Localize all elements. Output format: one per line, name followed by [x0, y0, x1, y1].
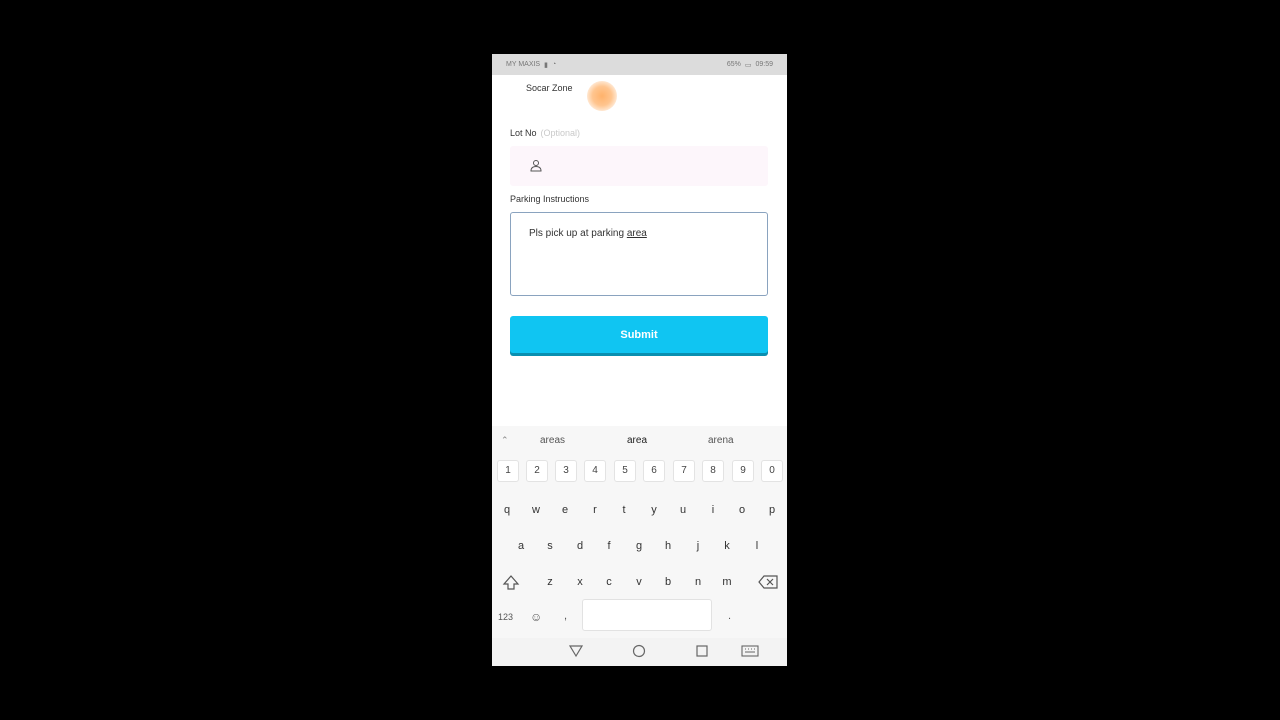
- lot-label: Lot No (Optional): [510, 128, 580, 138]
- suggestion-bar: ⌃ areas area arena: [492, 432, 787, 450]
- key-d[interactable]: d: [566, 540, 594, 552]
- keyboard-toggle-icon[interactable]: [741, 645, 759, 657]
- phone-screen: MY MAXIS ▮ ◔ 65% ▭ 09:59 Socar Zone Lot …: [492, 54, 787, 666]
- key-9[interactable]: 9: [732, 460, 754, 482]
- key-5[interactable]: 5: [614, 460, 636, 482]
- suggestion-item[interactable]: arena: [708, 435, 734, 446]
- mode-switch-key[interactable]: 123: [498, 612, 513, 622]
- instructions-text: Pls pick up at parking area: [529, 228, 647, 239]
- key-1[interactable]: 1: [497, 460, 519, 482]
- submit-button[interactable]: Submit: [510, 316, 768, 353]
- carrier-text: MY MAXIS: [506, 61, 541, 68]
- key-o[interactable]: o: [728, 504, 756, 516]
- key-a[interactable]: a: [507, 540, 535, 552]
- clock-text: 09:59: [755, 61, 773, 68]
- key-i[interactable]: i: [699, 504, 727, 516]
- key-q[interactable]: q: [493, 504, 521, 516]
- wifi-icon: ◔: [551, 61, 557, 68]
- key-m[interactable]: m: [713, 576, 741, 588]
- suggestion-item[interactable]: areas: [540, 435, 565, 446]
- suggestion-item[interactable]: area: [627, 435, 647, 446]
- instructions-text-underlined: area: [626, 228, 647, 239]
- key-l[interactable]: l: [743, 540, 771, 552]
- number-row: 1 2 3 4 5 6 7 8 9 0: [492, 460, 787, 490]
- key-b[interactable]: b: [654, 576, 682, 588]
- key-e[interactable]: e: [551, 504, 579, 516]
- person-icon: [530, 160, 542, 172]
- key-p[interactable]: p: [758, 504, 786, 516]
- nav-home-icon[interactable]: [632, 644, 646, 658]
- navigation-bar: [492, 638, 787, 666]
- key-j[interactable]: j: [684, 540, 712, 552]
- instructions-text-prefix: Pls pick up at parking: [529, 228, 627, 239]
- instructions-textarea[interactable]: Pls pick up at parking area: [510, 212, 768, 296]
- status-bar: MY MAXIS ▮ ◔ 65% ▭ 09:59: [492, 54, 787, 75]
- key-r[interactable]: r: [581, 504, 609, 516]
- keyboard: ⌃ areas area arena 1 2 3 4 5 6 7 8 9 0 q…: [492, 426, 787, 666]
- key-f[interactable]: f: [595, 540, 623, 552]
- battery-icon: ▭: [744, 61, 752, 69]
- space-key[interactable]: [582, 599, 712, 631]
- letter-row-1: q w e r t y u i o p: [492, 504, 787, 534]
- key-3[interactable]: 3: [555, 460, 577, 482]
- key-k[interactable]: k: [713, 540, 741, 552]
- zone-label[interactable]: Socar Zone: [526, 83, 573, 93]
- nav-back-icon[interactable]: [569, 644, 583, 658]
- shift-icon[interactable]: [502, 574, 520, 592]
- key-c[interactable]: c: [595, 576, 623, 588]
- battery-text: 65%: [726, 61, 741, 68]
- key-v[interactable]: v: [625, 576, 653, 588]
- lot-label-text: Lot No: [510, 128, 537, 138]
- instructions-label: Parking Instructions: [510, 194, 590, 204]
- key-0[interactable]: 0: [761, 460, 783, 482]
- key-w[interactable]: w: [522, 504, 550, 516]
- key-u[interactable]: u: [669, 504, 697, 516]
- signal-icon: ▮: [544, 61, 548, 69]
- key-n[interactable]: n: [684, 576, 712, 588]
- emoji-icon[interactable]: ☺: [530, 610, 542, 624]
- lot-optional-text: (Optional): [540, 128, 581, 138]
- key-g[interactable]: g: [625, 540, 653, 552]
- key-y[interactable]: y: [640, 504, 668, 516]
- touch-indicator: [587, 81, 617, 111]
- key-z[interactable]: z: [536, 576, 564, 588]
- lot-input[interactable]: [510, 146, 768, 186]
- key-h[interactable]: h: [654, 540, 682, 552]
- backspace-icon[interactable]: [758, 575, 778, 589]
- key-s[interactable]: s: [536, 540, 564, 552]
- key-6[interactable]: 6: [643, 460, 665, 482]
- nav-recents-icon[interactable]: [695, 644, 709, 658]
- letter-row-2: a s d f g h j k l: [492, 540, 787, 570]
- key-8[interactable]: 8: [702, 460, 724, 482]
- key-t[interactable]: t: [610, 504, 638, 516]
- key-x[interactable]: x: [566, 576, 594, 588]
- expand-suggestions-icon[interactable]: ⌃: [501, 435, 509, 446]
- comma-key[interactable]: ,: [564, 610, 567, 622]
- key-4[interactable]: 4: [584, 460, 606, 482]
- key-2[interactable]: 2: [526, 460, 548, 482]
- key-7[interactable]: 7: [673, 460, 695, 482]
- period-key[interactable]: .: [728, 610, 731, 622]
